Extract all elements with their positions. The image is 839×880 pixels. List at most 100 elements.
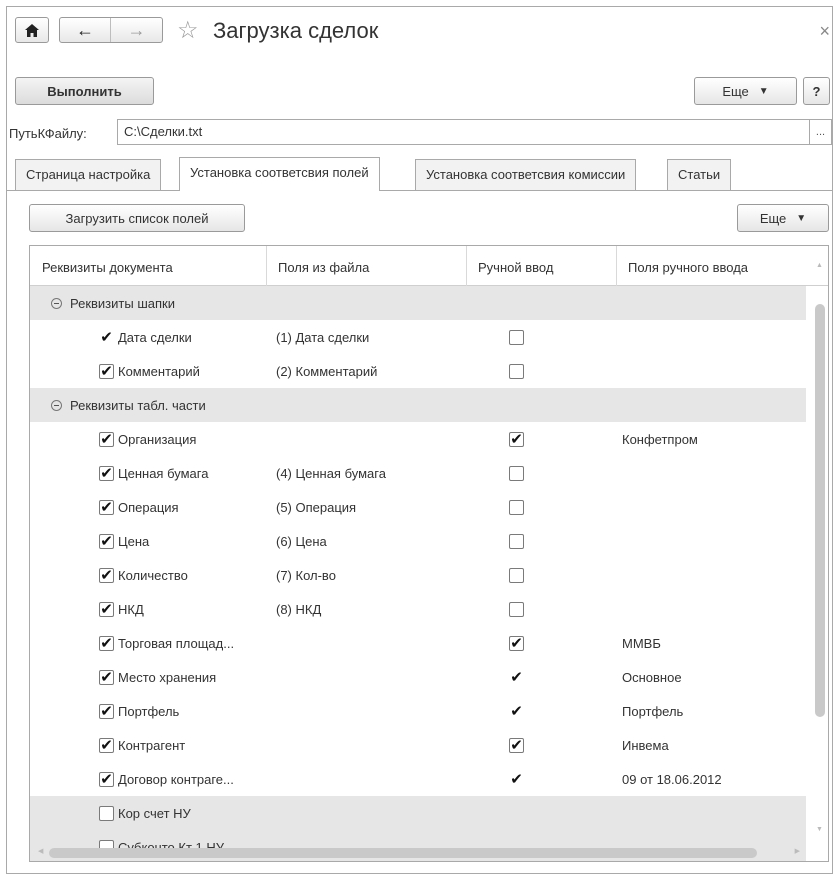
file-field-cell[interactable] (276, 660, 466, 694)
tab-field-mapping[interactable]: Установка соответсвия полей (179, 157, 380, 191)
use-field-checkbox[interactable]: ✔ (99, 431, 114, 447)
table-row[interactable]: ✔ Комментарий (2) Комментарий (30, 354, 806, 388)
table-row[interactable]: ✔ Контрагент ✔ Инвема (30, 728, 806, 762)
manual-input-checkbox[interactable] (509, 465, 524, 481)
manual-input-checkbox[interactable]: ✔ (509, 635, 524, 651)
use-field-checkbox[interactable]: ✔ (99, 771, 114, 787)
manual-value-cell[interactable] (622, 320, 802, 354)
manual-value-cell[interactable] (622, 796, 802, 830)
home-button[interactable] (15, 17, 49, 43)
table-row[interactable]: ✔ Дата сделки (1) Дата сделки (30, 320, 806, 354)
manual-value-cell[interactable] (622, 456, 802, 490)
use-field-checkbox[interactable]: ✔ (99, 533, 114, 549)
column-header-doc-attributes[interactable]: Реквизиты документа (30, 246, 266, 286)
file-select-button[interactable]: ... (810, 119, 832, 145)
table-group-row[interactable]: Реквизиты табл. части (30, 388, 806, 422)
collapse-icon[interactable] (51, 399, 62, 411)
horizontal-scroll-thumb[interactable] (49, 848, 757, 858)
manual-input-checkbox[interactable] (509, 601, 524, 617)
file-field-cell[interactable]: (2) Комментарий (276, 354, 466, 388)
forward-button[interactable]: → (111, 18, 162, 42)
file-field-cell[interactable]: (4) Ценная бумага (276, 456, 466, 490)
use-field-checkbox[interactable]: ✔ (99, 601, 114, 617)
scroll-up-icon[interactable]: ▲ (816, 262, 823, 269)
table-row[interactable]: Кор счет НУ (30, 796, 806, 830)
column-header-manual-input[interactable]: Ручной ввод (466, 246, 616, 286)
file-field-cell[interactable]: (8) НКД (276, 592, 466, 626)
manual-input-checkbox[interactable] (509, 329, 524, 345)
manual-value-cell[interactable]: Основное (622, 660, 802, 694)
use-field-checkbox[interactable] (99, 805, 114, 821)
column-header-file-fields[interactable]: Поля из файла (266, 246, 466, 286)
manual-value-cell[interactable]: 09 от 18.06.2012 (622, 762, 802, 796)
manual-input-checkbox[interactable]: ✔ (509, 704, 524, 719)
run-button[interactable]: Выполнить (15, 77, 154, 105)
table-row[interactable]: ✔ Ценная бумага (4) Ценная бумага (30, 456, 806, 490)
use-field-checkbox[interactable]: ✔ (99, 465, 114, 481)
manual-input-checkbox[interactable]: ✔ (509, 431, 524, 447)
manual-input-checkbox[interactable] (509, 363, 524, 379)
manual-input-checkbox[interactable] (509, 499, 524, 515)
manual-input-checkbox[interactable]: ✔ (509, 670, 524, 685)
use-field-checkbox[interactable]: ✔ (99, 363, 114, 379)
use-field-checkbox[interactable]: ✔ (99, 330, 114, 345)
file-field-cell[interactable]: (1) Дата сделки (276, 320, 466, 354)
table-row[interactable]: ✔ НКД (8) НКД (30, 592, 806, 626)
vertical-scrollbar[interactable]: ▲ ▼ (812, 246, 828, 861)
table-row[interactable]: ✔ Портфель ✔ Портфель (30, 694, 806, 728)
manual-value-cell[interactable] (622, 524, 802, 558)
help-button[interactable]: ? (803, 77, 830, 105)
close-icon[interactable]: × (819, 21, 830, 42)
more-menu-button[interactable]: Еще ▼ (694, 77, 797, 105)
use-field-checkbox[interactable]: ✔ (99, 669, 114, 685)
file-field-cell[interactable]: (5) Операция (276, 490, 466, 524)
table-row[interactable]: ✔ Организация ✔ Конфетпром (30, 422, 806, 456)
file-field-cell[interactable] (276, 422, 466, 456)
manual-value-cell[interactable]: Конфетпром (622, 422, 802, 456)
table-row[interactable]: ✔ Договор контраге... ✔ 09 от 18.06.2012 (30, 762, 806, 796)
manual-input-checkbox[interactable]: ✔ (509, 772, 524, 787)
file-field-cell[interactable] (276, 626, 466, 660)
file-field-cell[interactable] (276, 728, 466, 762)
table-row[interactable]: ✔ Количество (7) Кол-во (30, 558, 806, 592)
column-header-manual-fields[interactable]: Поля ручного ввода (616, 246, 812, 286)
use-field-checkbox[interactable]: ✔ (99, 737, 114, 753)
manual-value-cell[interactable] (622, 558, 802, 592)
table-row[interactable]: ✔ Место хранения ✔ Основное (30, 660, 806, 694)
file-field-cell[interactable] (276, 762, 466, 796)
file-field-cell[interactable]: (7) Кол-во (276, 558, 466, 592)
table-group-row[interactable]: Реквизиты шапки (30, 286, 806, 320)
table-row[interactable]: ✔ Цена (6) Цена (30, 524, 806, 558)
vertical-scroll-thumb[interactable] (815, 304, 825, 717)
use-field-checkbox[interactable]: ✔ (99, 635, 114, 651)
tab-settings-page[interactable]: Страница настройка (15, 159, 162, 190)
scroll-right-icon[interactable]: ▶ (795, 847, 800, 855)
use-field-checkbox[interactable]: ✔ (99, 703, 114, 719)
horizontal-scrollbar[interactable]: ◀ ▶ (30, 845, 812, 861)
manual-value-cell[interactable] (622, 490, 802, 524)
star-icon[interactable]: ☆ (177, 19, 199, 43)
manual-value-cell[interactable]: ММВБ (622, 626, 802, 660)
file-field-cell[interactable] (276, 694, 466, 728)
file-path-input[interactable]: C:\Сделки.txt (117, 119, 810, 145)
table-row[interactable]: ✔ Торговая площад... ✔ ММВБ (30, 626, 806, 660)
manual-value-cell[interactable]: Портфель (622, 694, 802, 728)
manual-value-cell[interactable] (622, 592, 802, 626)
manual-input-checkbox[interactable] (509, 533, 524, 549)
file-field-cell[interactable]: (6) Цена (276, 524, 466, 558)
collapse-icon[interactable] (51, 297, 62, 309)
scroll-down-icon[interactable]: ▼ (816, 826, 823, 833)
manual-input-checkbox[interactable]: ✔ (509, 737, 524, 753)
table-row[interactable]: ✔ Операция (5) Операция (30, 490, 806, 524)
tab-commission-mapping[interactable]: Установка соответсвия комиссии (415, 159, 637, 190)
manual-input-checkbox[interactable] (509, 567, 524, 583)
load-fields-button[interactable]: Загрузить список полей (29, 204, 245, 232)
manual-value-cell[interactable] (622, 354, 802, 388)
tab-articles[interactable]: Статьи (667, 159, 732, 190)
file-field-cell[interactable] (276, 796, 466, 830)
use-field-checkbox[interactable]: ✔ (99, 499, 114, 515)
use-field-checkbox[interactable]: ✔ (99, 567, 114, 583)
scroll-left-icon[interactable]: ◀ (38, 847, 43, 855)
back-button[interactable]: ← (60, 18, 111, 42)
manual-value-cell[interactable]: Инвема (622, 728, 802, 762)
